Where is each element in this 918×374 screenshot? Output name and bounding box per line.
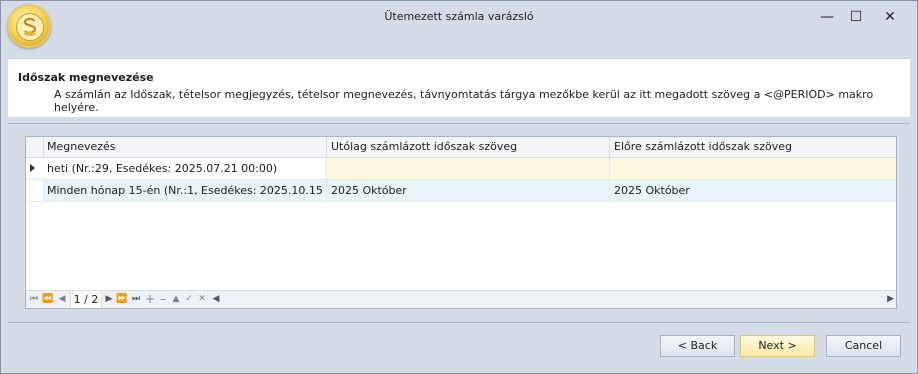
back-button[interactable]: < Back (660, 335, 735, 357)
page-indicator: 1 / 2 (70, 291, 102, 308)
title-bar: Ütemezett számla varázsló — ☐ ✕ (1, 1, 917, 34)
page-description: A számlán az Időszak, tételsor megjegyzé… (54, 88, 874, 114)
cell-before[interactable] (610, 158, 896, 179)
cell-name[interactable]: Minden hónap 15-én (Nr.:1, Esedékes: 202… (43, 180, 327, 201)
column-header-name[interactable]: Megnevezés (43, 137, 327, 157)
column-header-after[interactable]: Utólag számlázott időszak szöveg (327, 137, 610, 157)
prev-record-icon[interactable]: ◀ (56, 291, 68, 308)
page-header: Időszak megnevezése A számlán az Időszak… (8, 58, 910, 117)
window-title: Ütemezett számla varázsló (384, 10, 534, 23)
table-row[interactable]: Minden hónap 15-én (Nr.:1, Esedékes: 202… (26, 180, 896, 202)
grid-header: Megnevezés Utólag számlázott időszak szö… (26, 137, 896, 158)
indicator-header (26, 137, 44, 157)
scroll-right-icon[interactable]: ▶ (887, 291, 894, 308)
cell-after[interactable] (327, 158, 610, 179)
wizard-content: Időszak megnevezése A számlán az Időszak… (1, 34, 917, 373)
row-indicator (26, 180, 44, 201)
current-row-arrow-icon (30, 164, 35, 172)
end-edit-icon[interactable]: ✓ (184, 291, 194, 308)
last-record-icon[interactable]: ⏭ (130, 291, 142, 308)
app-logo-icon[interactable] (7, 4, 51, 48)
data-navigator: ⏮ ⏪ ◀ 1 / 2 ▶ ⏩ ⏭ + – ▲ ✓ ✕ ◀ ▶ (26, 290, 896, 308)
page-title: Időszak megnevezése (18, 71, 154, 84)
column-header-before[interactable]: Előre számlázott időszak szöveg (610, 137, 896, 157)
divider (8, 322, 910, 323)
first-record-icon[interactable]: ⏮ (28, 291, 40, 308)
divider (8, 123, 910, 124)
scroll-left-icon[interactable]: ◀ (211, 291, 221, 308)
cell-name[interactable]: heti (Nr.:29, Esedékes: 2025.07.21 00:00… (43, 158, 327, 179)
append-icon[interactable]: + (145, 291, 155, 308)
cancel-button[interactable]: Cancel (826, 335, 901, 357)
maximize-icon[interactable]: ☐ (839, 5, 873, 29)
next-record-icon[interactable]: ▶ (104, 291, 114, 308)
delete-icon[interactable]: – (158, 291, 168, 308)
close-icon[interactable]: ✕ (873, 5, 907, 29)
cancel-edit-icon[interactable]: ✕ (197, 291, 207, 308)
table-row[interactable]: heti (Nr.:29, Esedékes: 2025.07.21 00:00… (26, 158, 896, 180)
row-indicator (26, 158, 44, 179)
next-page-icon[interactable]: ⏩ (116, 291, 128, 308)
period-grid: Megnevezés Utólag számlázott időszak szö… (25, 136, 897, 309)
cell-before[interactable]: 2025 Október (610, 180, 896, 201)
prev-page-icon[interactable]: ⏪ (42, 291, 54, 308)
next-button[interactable]: Next > (740, 335, 815, 357)
edit-icon[interactable]: ▲ (171, 291, 181, 308)
cell-after[interactable]: 2025 Október (327, 180, 610, 201)
wizard-window: Ütemezett számla varázsló — ☐ ✕ Időszak … (0, 0, 918, 374)
